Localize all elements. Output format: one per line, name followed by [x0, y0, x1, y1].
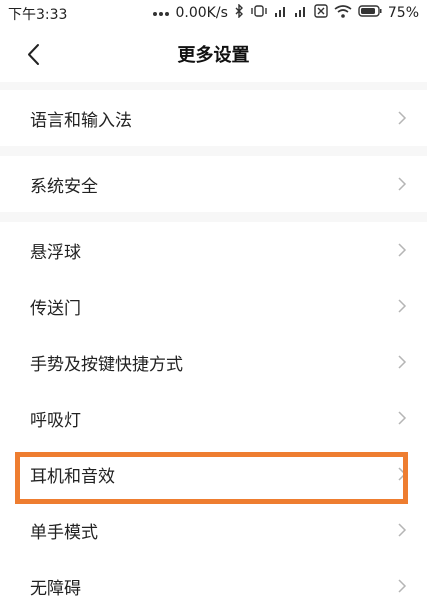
settings-group-features: 悬浮球 传送门 手势及按键快捷方式 呼吸灯 耳机和音效 单手模式 无障碍 — [0, 222, 427, 607]
settings-item-language-input[interactable]: 语言和输入法 — [0, 90, 427, 146]
settings-item-label: 单手模式 — [30, 523, 98, 543]
wifi-icon — [334, 4, 352, 22]
settings-item-label: 系统安全 — [30, 177, 98, 197]
chevron-right-icon — [397, 176, 407, 192]
settings-item-label: 耳机和音效 — [30, 467, 115, 487]
settings-group-security: 系统安全 — [0, 156, 427, 212]
signal-icon — [294, 5, 308, 21]
chevron-right-icon — [397, 578, 407, 594]
settings-group-language: 语言和输入法 — [0, 90, 427, 146]
settings-item-system-security[interactable]: 系统安全 — [0, 156, 427, 212]
vibrate-icon — [250, 5, 268, 21]
settings-item-label: 无障碍 — [30, 579, 81, 599]
chevron-right-icon — [397, 522, 407, 538]
battery-percent: 75% — [387, 5, 419, 21]
settings-item-gesture-shortcuts[interactable]: 手势及按键快捷方式 — [0, 334, 427, 390]
status-bar: 下午3:33 0.00K/s 75% — [0, 0, 427, 26]
dots-icon — [152, 5, 170, 21]
chevron-right-icon — [397, 410, 407, 426]
settings-item-label: 语言和输入法 — [30, 111, 132, 131]
page-title: 更多设置 — [177, 45, 250, 66]
settings-item-label: 悬浮球 — [30, 243, 81, 263]
status-icons: 0.00K/s 75% — [152, 3, 419, 22]
settings-item-floating-ball[interactable]: 悬浮球 — [0, 222, 427, 278]
chevron-right-icon — [397, 242, 407, 258]
settings-item-one-handed-mode[interactable]: 单手模式 — [0, 502, 427, 558]
battery-icon — [358, 5, 382, 21]
settings-item-label: 呼吸灯 — [30, 411, 81, 431]
chevron-right-icon — [397, 110, 407, 126]
settings-item-headphones-audio[interactable]: 耳机和音效 — [0, 446, 427, 502]
settings-item-breathing-light[interactable]: 呼吸灯 — [0, 390, 427, 446]
title-bar: 更多设置 — [0, 26, 427, 82]
sim-off-icon — [314, 4, 328, 22]
bluetooth-icon — [234, 3, 244, 22]
settings-item-portal[interactable]: 传送门 — [0, 278, 427, 334]
signal-icon — [274, 5, 288, 21]
settings-item-label: 手势及按键快捷方式 — [30, 355, 183, 375]
chevron-right-icon — [397, 466, 407, 482]
chevron-right-icon — [397, 354, 407, 370]
chevron-right-icon — [397, 298, 407, 314]
status-time: 下午3:33 — [8, 7, 68, 23]
settings-item-label: 传送门 — [30, 299, 81, 319]
settings-item-accessibility[interactable]: 无障碍 — [0, 558, 427, 607]
network-speed: 0.00K/s — [175, 5, 228, 21]
